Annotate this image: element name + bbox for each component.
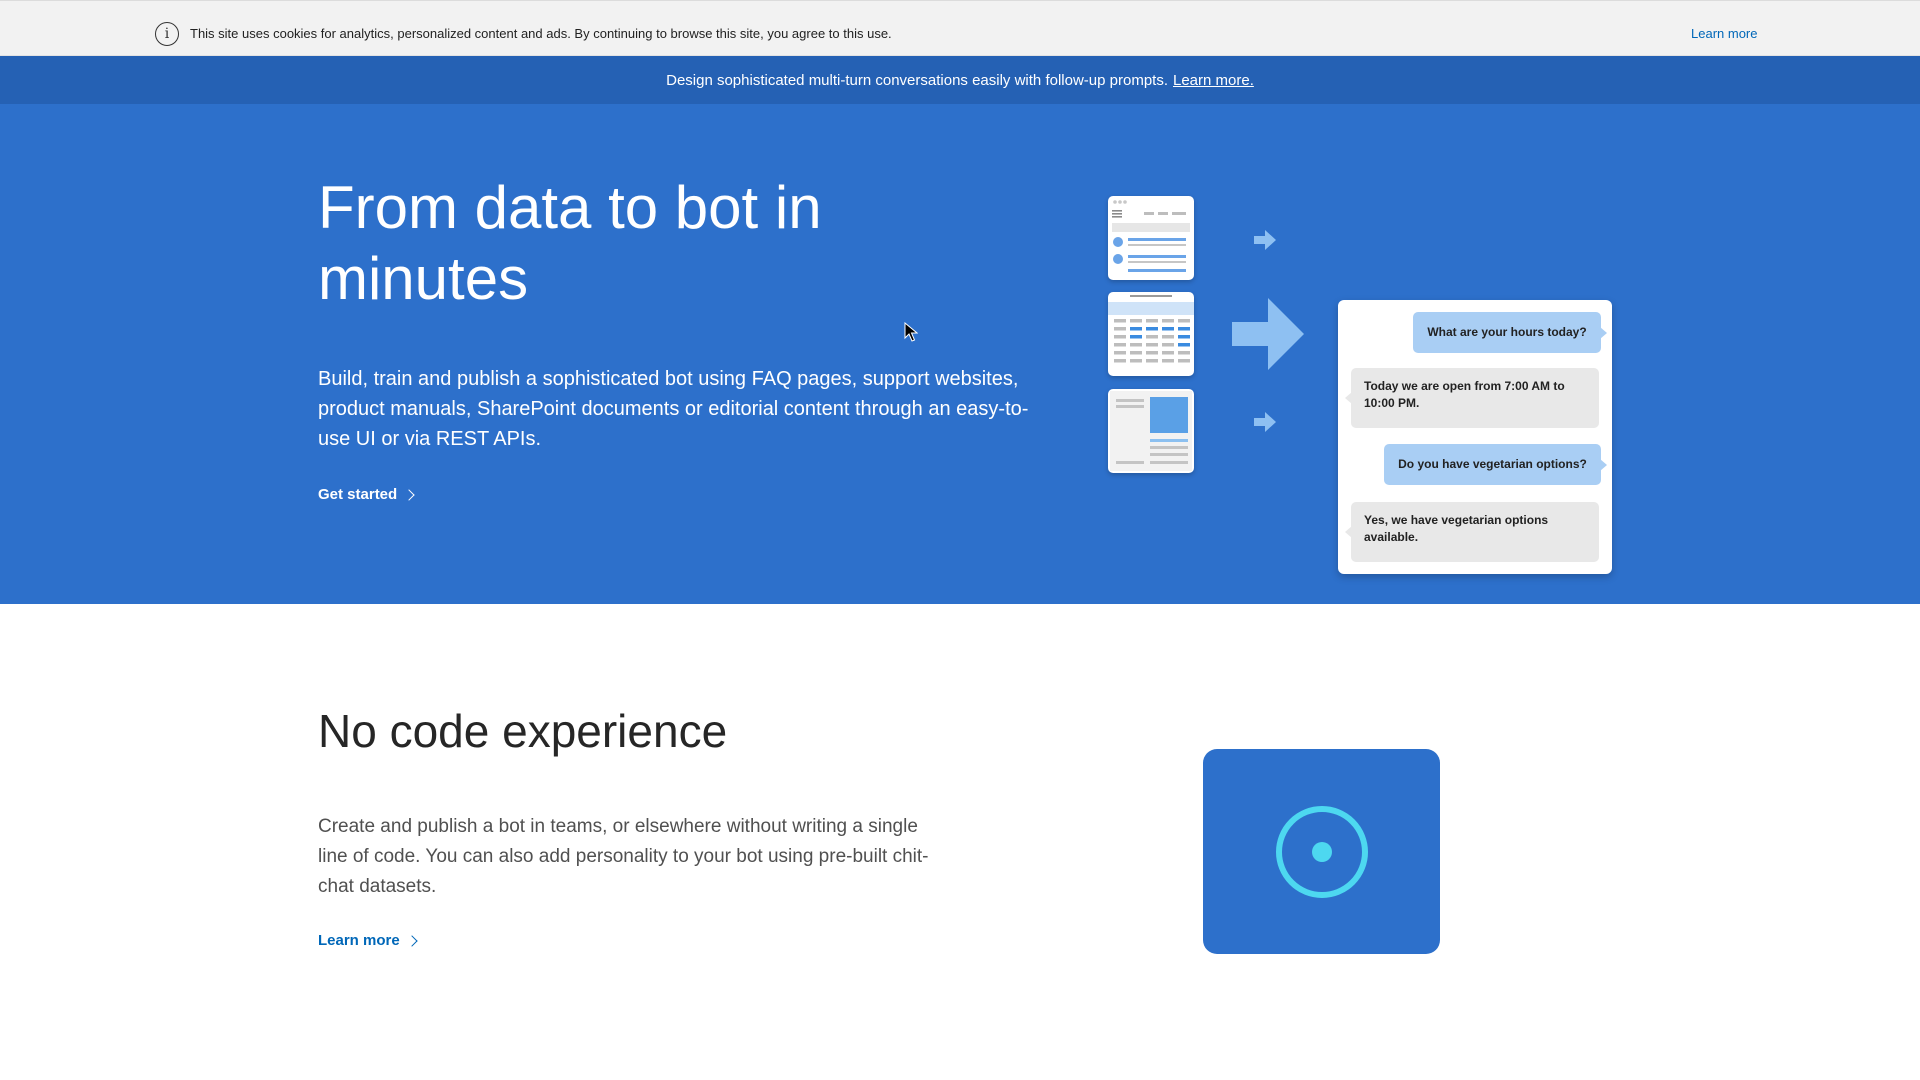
chevron-right-icon [406, 935, 418, 947]
learn-more-link[interactable]: Learn more [318, 932, 418, 949]
chat-bot-message: Today we are open from 7:00 AM to 10:00 … [1345, 368, 1599, 428]
cookie-learn-more-link[interactable]: Learn more [1691, 26, 1757, 41]
document-thumbnail [1108, 389, 1194, 473]
chat-user-message: What are your hours today? [1413, 312, 1607, 353]
chat-user-message: Do you have vegetarian options? [1384, 444, 1607, 485]
section-title: No code experience [318, 705, 728, 757]
learn-more-label: Learn more [318, 932, 400, 949]
big-arrow-right-icon [1232, 298, 1304, 370]
arrow-right-icon [1254, 230, 1276, 250]
faq-page-thumbnail [1108, 196, 1194, 280]
hero-section: From data to bot in minutes Build, train… [0, 104, 1920, 604]
feature-tile [1203, 749, 1440, 954]
info-icon: i [155, 22, 179, 46]
manual-table-thumbnail [1108, 292, 1194, 376]
target-circle-icon [1276, 806, 1368, 898]
chat-bot-message: Yes, we have vegetarian options availabl… [1345, 502, 1599, 562]
section-description: Create and publish a bot in teams, or el… [318, 816, 929, 897]
arrow-right-icon [1254, 412, 1276, 432]
get-started-link[interactable]: Get started [318, 486, 415, 503]
cookie-message: This site uses cookies for analytics, pe… [190, 26, 892, 41]
promo-banner: Design sophisticated multi-turn conversa… [0, 56, 1920, 104]
get-started-label: Get started [318, 486, 398, 503]
promo-learn-more-link[interactable]: Learn more. [1173, 72, 1254, 89]
hero-title: From data to bot in minutes [318, 174, 822, 312]
mouse-cursor-icon [904, 322, 918, 342]
cookie-banner: i This site uses cookies for analytics, … [0, 0, 1920, 56]
hero-description: Build, train and publish a sophisticated… [318, 368, 1029, 450]
chat-preview: What are your hours today? Today we are … [1338, 300, 1612, 574]
promo-text: Design sophisticated multi-turn conversa… [666, 71, 1168, 89]
chevron-right-icon [403, 489, 415, 501]
